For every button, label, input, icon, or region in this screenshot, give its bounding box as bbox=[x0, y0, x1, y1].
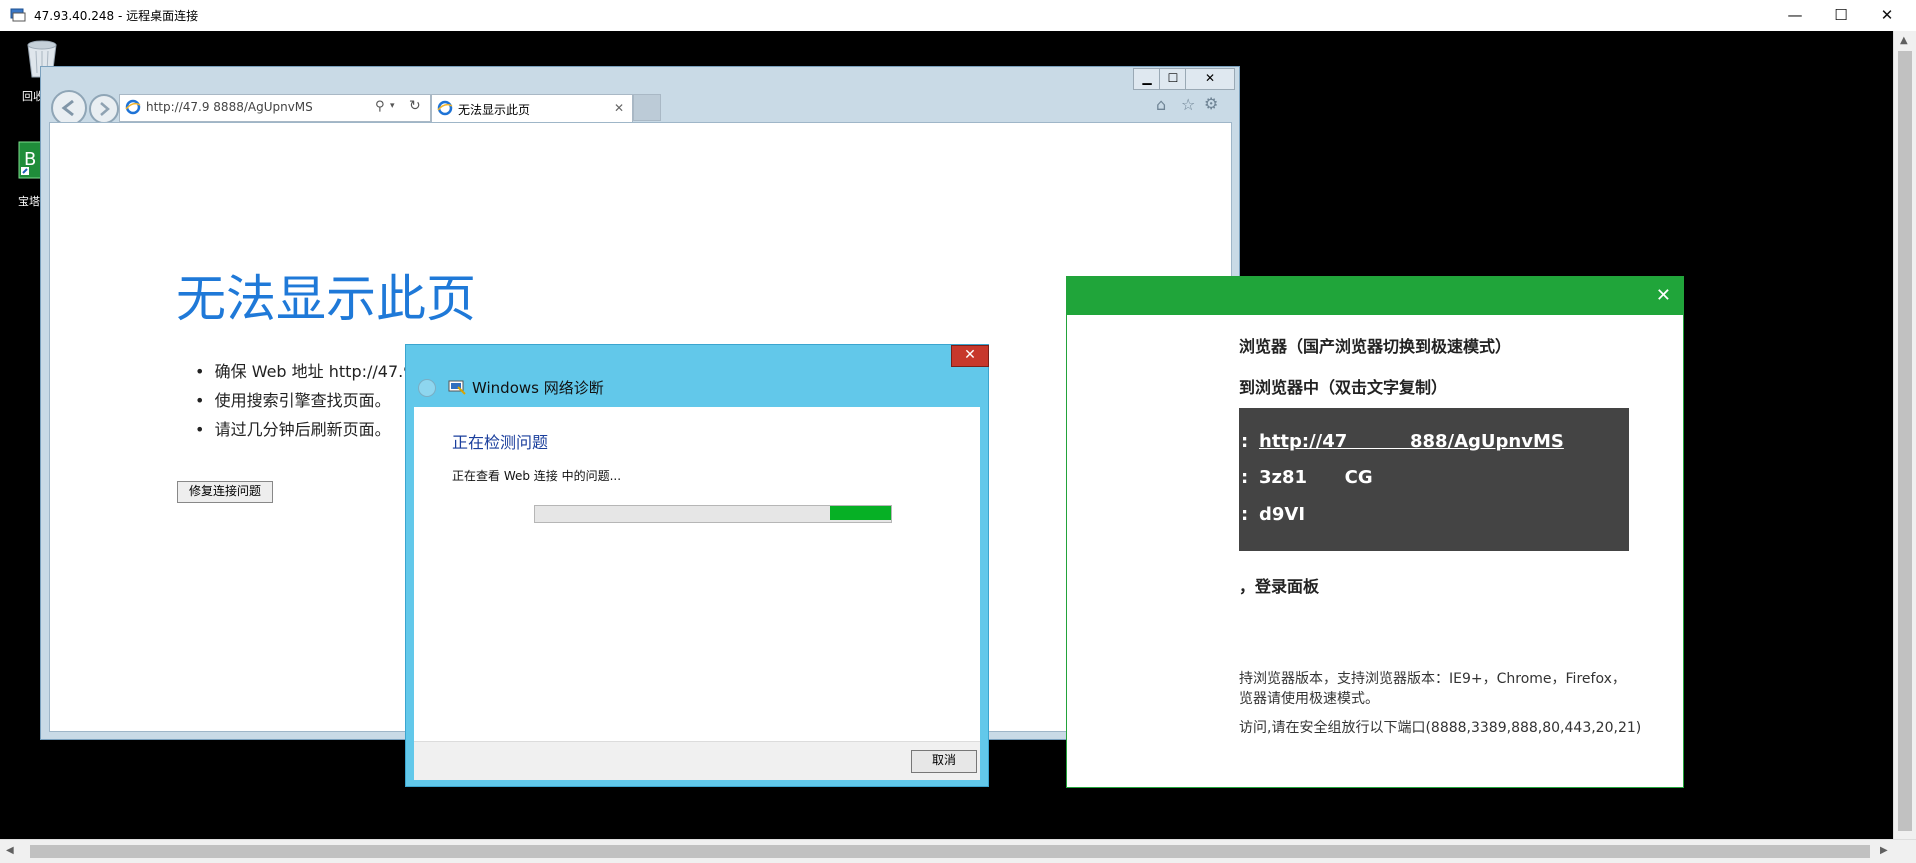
forward-arrow-icon bbox=[100, 102, 110, 116]
progress-bar-fill bbox=[830, 506, 891, 520]
address-url[interactable]: http://47.9 8888/AgUpnvMS bbox=[146, 100, 313, 114]
network-diagnostics-dialog[interactable]: Windows 网络诊断 ✕ 正在检测问题 正在查看 Web 连接 中的问题..… bbox=[405, 344, 989, 787]
fix-connection-button[interactable]: 修复连接问题 bbox=[177, 481, 273, 503]
dialog-title: Windows 网络诊断 bbox=[472, 379, 604, 397]
bullet-item: • 使用搜索引擎查找页面。 bbox=[195, 391, 391, 410]
panel-line-browser: 浏览器（国产浏览器切换到极速模式） bbox=[1239, 337, 1512, 356]
username-label: : bbox=[1241, 467, 1249, 488]
username-value[interactable]: 3z81 CG bbox=[1259, 467, 1373, 488]
dropdown-icon[interactable]: ▾ bbox=[390, 101, 395, 111]
dialog-close-button[interactable]: ✕ bbox=[951, 345, 989, 367]
panel-note-speed-mode: 览器请使用极速模式。 bbox=[1239, 691, 1379, 707]
password-label: : bbox=[1241, 504, 1249, 525]
rdp-close-button[interactable]: ✕ bbox=[1864, 0, 1910, 31]
home-icon[interactable]: ⌂ bbox=[1156, 95, 1166, 114]
scroll-right-icon[interactable]: ▶ bbox=[1880, 845, 1888, 856]
rdp-maximize-button[interactable]: ☐ bbox=[1818, 0, 1864, 31]
back-arrow-icon bbox=[61, 99, 74, 117]
refresh-icon[interactable]: ↻ bbox=[409, 98, 421, 114]
progress-bar bbox=[534, 505, 892, 523]
login-url-label: : bbox=[1241, 431, 1249, 452]
bullet-text: 请过几分钟后刷新页面。 bbox=[214, 420, 391, 439]
ie-tab-logo-icon bbox=[437, 100, 453, 116]
panel-header: ✕ bbox=[1067, 277, 1683, 315]
ie-maximize-button[interactable]: ☐ bbox=[1159, 68, 1187, 90]
panel-note-browser-version: 持浏览器版本，支持浏览器版本：IE9+，Chrome，Firefox， bbox=[1239, 671, 1626, 687]
rdp-title-bar: 47.93.40.248 - 远程桌面连接 — ☐ ✕ bbox=[0, 0, 1916, 31]
bt-panel-popup: ✕ 浏览器（国产浏览器切换到极速模式） 到浏览器中（双击文字复制） : http… bbox=[1066, 276, 1684, 788]
settings-gear-icon[interactable]: ⚙ bbox=[1204, 94, 1218, 113]
panel-line-login: ，登录面板 bbox=[1239, 577, 1320, 596]
svg-text:B: B bbox=[24, 149, 36, 170]
scroll-up-icon[interactable]: ▲ bbox=[1900, 35, 1908, 46]
search-icon[interactable]: ⚲ bbox=[375, 99, 385, 114]
bullet-item: • 请过几分钟后刷新页面。 bbox=[195, 420, 391, 439]
ie-logo-icon bbox=[125, 99, 141, 115]
horizontal-scroll-thumb[interactable] bbox=[30, 845, 1870, 858]
password-value[interactable]: d9VI bbox=[1259, 504, 1368, 525]
page-title: 无法显示此页 bbox=[176, 270, 476, 328]
address-bar[interactable]: http://47.9 8888/AgUpnvMS ⚲ ▾ ↻ bbox=[119, 94, 431, 122]
dialog-status-text: 正在查看 Web 连接 中的问题... bbox=[452, 469, 622, 483]
ie-minimize-button[interactable]: ▁ bbox=[1133, 68, 1161, 90]
vertical-scrollbar[interactable]: ▲ bbox=[1893, 31, 1916, 839]
dialog-body: 正在检测问题 正在查看 Web 连接 中的问题... bbox=[414, 407, 980, 741]
panel-line-copy: 到浏览器中（双击文字复制） bbox=[1239, 378, 1448, 397]
horizontal-scrollbar[interactable]: ◀ ▶ bbox=[0, 839, 1916, 863]
favorites-star-icon[interactable]: ☆ bbox=[1181, 95, 1195, 114]
baota-label: 宝塔 bbox=[18, 195, 40, 208]
rdp-window-title: 47.93.40.248 - 远程桌面连接 bbox=[34, 9, 199, 23]
remote-desktop-icon bbox=[10, 8, 26, 22]
network-diagnostics-icon bbox=[448, 380, 466, 395]
dialog-back-button[interactable] bbox=[418, 379, 436, 397]
panel-close-button[interactable]: ✕ bbox=[1656, 285, 1671, 306]
panel-credentials-box: : http://47 888/AgUpnvMS : 3z81 CG : d9V… bbox=[1239, 408, 1629, 551]
panel-note-ports: 访问,请在安全组放行以下端口(8888,3389,888,80,443,20,2… bbox=[1239, 720, 1642, 736]
vertical-scroll-thumb[interactable] bbox=[1898, 51, 1912, 831]
scroll-left-icon[interactable]: ◀ bbox=[6, 845, 14, 856]
ie-close-button[interactable]: ✕ bbox=[1185, 68, 1235, 90]
new-tab-button[interactable] bbox=[633, 94, 661, 121]
baota-icon[interactable]: B bbox=[18, 141, 42, 179]
bullet-text: 使用搜索引擎查找页面。 bbox=[214, 391, 391, 410]
login-url-link[interactable]: http://47 888/AgUpnvMS bbox=[1259, 431, 1564, 452]
tab-label: 无法显示此页 bbox=[458, 103, 531, 117]
dialog-heading: 正在检测问题 bbox=[452, 433, 549, 452]
tab-close-icon[interactable]: ✕ bbox=[614, 101, 624, 115]
tab-active[interactable]: 无法显示此页 ✕ bbox=[431, 94, 633, 123]
cancel-button[interactable]: 取消 bbox=[911, 750, 977, 773]
rdp-minimize-button[interactable]: — bbox=[1772, 0, 1818, 31]
back-button[interactable] bbox=[51, 90, 87, 126]
dialog-footer: 取消 bbox=[414, 741, 980, 780]
forward-button[interactable] bbox=[89, 94, 119, 124]
